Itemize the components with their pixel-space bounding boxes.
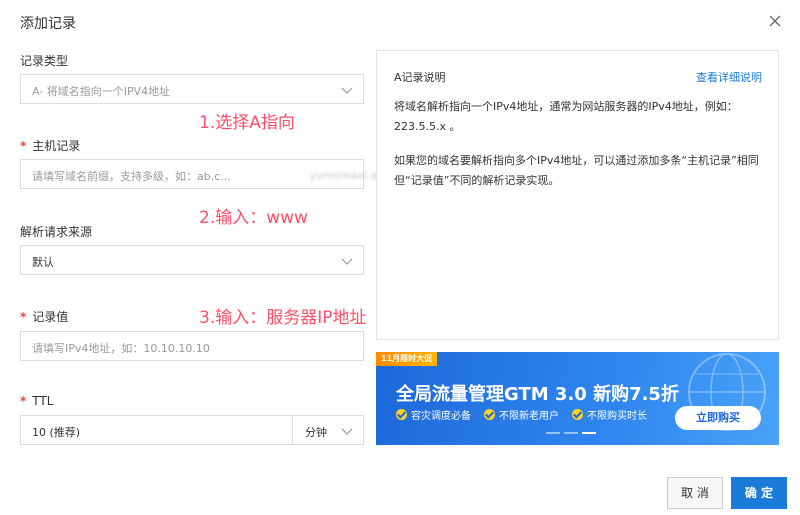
- source-value: 默认: [32, 256, 54, 269]
- source-label: 解析请求来源: [20, 225, 93, 239]
- annotation-step2: 2.输入：www: [199, 208, 308, 228]
- carousel-dot[interactable]: [564, 432, 578, 434]
- promo-feature-1: 容灾调度必备: [396, 407, 471, 422]
- record-value-input[interactable]: 请填写IPv4地址，如：10.10.10.10: [20, 331, 364, 361]
- dialog-title: 添加记录: [20, 16, 76, 32]
- cancel-button[interactable]: 取 消: [667, 477, 723, 509]
- record-type-label: 记录类型: [20, 54, 69, 68]
- info-detail-link[interactable]: 查看详细说明: [696, 69, 762, 85]
- ttl-unit-value: 分钟: [305, 426, 327, 439]
- check-icon: [396, 409, 407, 420]
- chevron-down-icon: [341, 258, 353, 265]
- host-record-placeholder: 请填写域名前缀，支持多级，如：ab.c...: [32, 170, 231, 183]
- info-paragraph-2: 如果您的域名要解析指向多个IPv4地址，可以通过添加多条“主机记录”相同但“记录…: [394, 154, 759, 187]
- record-value-placeholder: 请填写IPv4地址，如：10.10.10.10: [32, 342, 210, 355]
- annotation-step1: 1.选择A指向: [199, 113, 295, 133]
- ttl-unit-select[interactable]: 分钟: [292, 415, 364, 445]
- promo-tag: 11月限时大促: [376, 352, 438, 366]
- ttl-input[interactable]: 10 (推荐): [20, 415, 293, 445]
- carousel-dot-active[interactable]: [582, 432, 596, 434]
- confirm-button[interactable]: 确 定: [731, 477, 787, 509]
- record-value-label: * 记录值: [20, 310, 69, 324]
- record-info-panel: A记录说明 查看详细说明 将域名解析指向一个IPv4地址，通常为网站服务器的IP…: [376, 50, 779, 340]
- source-select[interactable]: 默认: [20, 245, 364, 275]
- promo-feature-2: 不限新老用户: [484, 407, 559, 422]
- chevron-down-icon: [341, 428, 353, 435]
- check-icon: [484, 409, 495, 420]
- check-icon: [572, 409, 583, 420]
- promo-banner[interactable]: 11月限时大促 全局流量管理GTM 3.0 新购7.5折 容灾调度必备 不限新老…: [376, 352, 779, 445]
- ttl-value: 10 (推荐): [32, 426, 81, 439]
- ttl-label: * TTL: [20, 394, 54, 408]
- host-record-label: * 主机记录: [20, 139, 81, 153]
- promo-feature-3: 不限购买时长: [572, 407, 647, 422]
- carousel-dots: [546, 432, 596, 434]
- record-type-value: A- 将域名指向一个IPV4地址: [32, 85, 171, 98]
- domain-suffix: .yunnimaxi.ae: [306, 169, 385, 182]
- chevron-down-icon: [341, 87, 353, 94]
- buy-now-button[interactable]: 立即购买: [675, 406, 761, 430]
- record-type-select[interactable]: A- 将域名指向一个IPV4地址: [20, 74, 364, 104]
- info-paragraph-1: 将域名解析指向一个IPv4地址，通常为网站服务器的IPv4地址，例如：223.5…: [394, 100, 738, 133]
- info-title: A记录说明: [394, 71, 446, 84]
- promo-title: 全局流量管理GTM 3.0 新购7.5折: [396, 384, 679, 405]
- carousel-dot[interactable]: [546, 432, 560, 434]
- close-icon[interactable]: [768, 14, 782, 28]
- host-record-input[interactable]: 请填写域名前缀，支持多级，如：ab.c... .yunnimaxi.ae: [20, 159, 384, 189]
- annotation-step3: 3.输入：服务器IP地址: [199, 308, 367, 328]
